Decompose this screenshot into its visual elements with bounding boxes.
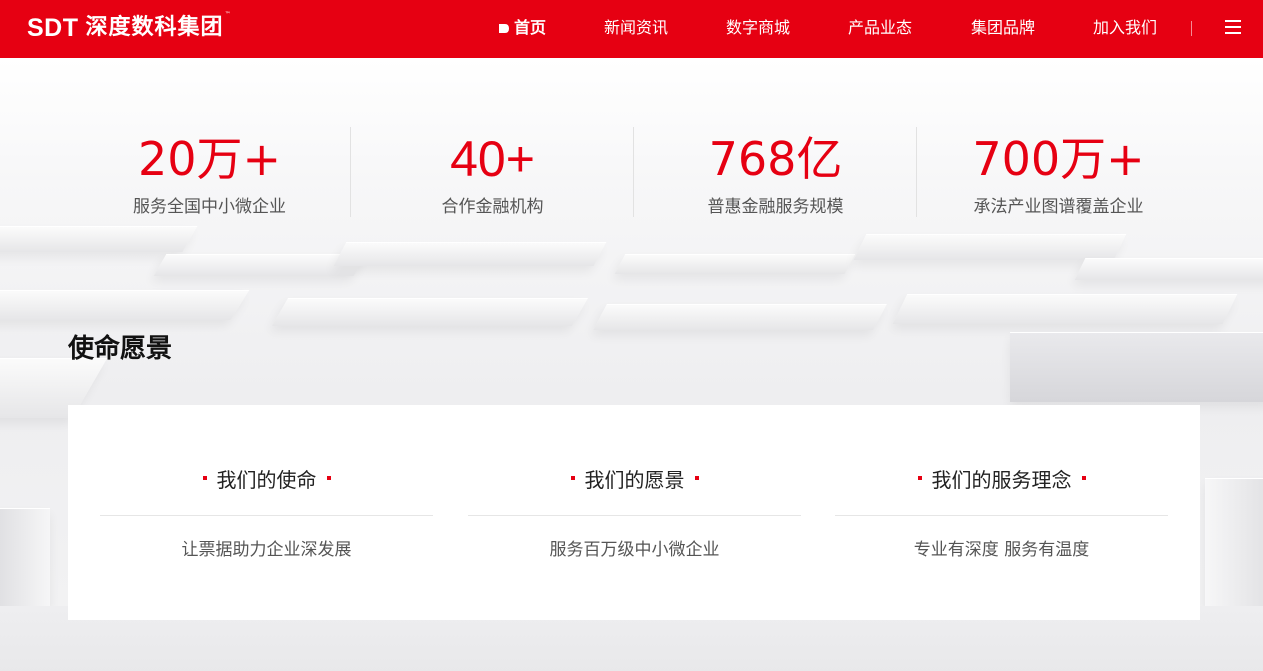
section-title-mission: 使命愿景	[68, 334, 173, 364]
bullet-dot-icon	[326, 476, 331, 480]
mission-heading: 我们的使命	[100, 463, 433, 493]
service-philosophy-heading: 我们的服务理念	[835, 463, 1168, 493]
logo-text-en: SDT	[27, 14, 79, 42]
vision-text: 服务百万级中小微企业	[549, 540, 720, 560]
mission-column: 我们的使命 让票据助力企业深发展	[100, 405, 433, 620]
divider	[835, 515, 1168, 516]
stat-item: 20万+ 服务全国中小微企业	[68, 127, 351, 217]
stat-value: 40+	[450, 131, 535, 187]
play-icon	[499, 23, 509, 33]
bullet-dot-icon	[202, 476, 207, 480]
vision-heading: 我们的愿景	[468, 463, 801, 493]
service-philosophy-heading-text: 我们的服务理念	[931, 467, 1072, 492]
top-navbar: SDT 深度数科集团 ™ 首页 新闻资讯 数字商城 产品业态 集团品牌 加入我们	[0, 0, 1263, 58]
hamburger-menu-icon[interactable]	[1225, 20, 1241, 34]
stat-value: 768亿	[708, 132, 843, 186]
stat-value: 700万+	[972, 132, 1145, 186]
nav-item-label: 首页	[514, 18, 547, 37]
stat-value: 20万+	[137, 132, 282, 186]
nav-item-news[interactable]: 新闻资讯	[604, 17, 668, 39]
bullet-dot-icon	[570, 476, 575, 480]
mission-text: 让票据助力企业深发展	[181, 540, 352, 560]
stat-item: 700万+ 承法产业图谱覆盖企业	[917, 127, 1200, 217]
logo-trademark: ™	[224, 11, 231, 18]
service-philosophy-text: 专业有深度 服务有温度	[913, 540, 1090, 560]
nav-item-home[interactable]: 首页	[499, 17, 546, 39]
service-philosophy-column: 我们的服务理念 专业有深度 服务有温度	[835, 405, 1168, 620]
stat-label: 承法产业图谱覆盖企业	[973, 197, 1144, 217]
nav-item-products[interactable]: 产品业态	[848, 17, 912, 39]
vision-column: 我们的愿景 服务百万级中小微企业	[468, 405, 801, 620]
divider	[468, 515, 801, 516]
mission-card: 我们的使命 让票据助力企业深发展 我们的愿景 服务百万级中小微企业 我们的服务理…	[68, 405, 1200, 620]
stat-label: 合作金融机构	[441, 197, 544, 217]
nav-item-join-us[interactable]: 加入我们	[1093, 17, 1157, 39]
nav-item-digital-mall[interactable]: 数字商城	[726, 17, 790, 39]
stat-item: 768亿 普惠金融服务规模	[634, 127, 917, 217]
bullet-dot-icon	[1081, 476, 1086, 480]
mission-heading-text: 我们的使命	[216, 467, 317, 492]
vision-heading-text: 我们的愿景	[584, 467, 685, 492]
stat-item: 40+ 合作金融机构	[351, 127, 634, 217]
bullet-dot-icon	[917, 476, 922, 480]
logo[interactable]: SDT 深度数科集团 ™	[27, 11, 231, 43]
page: SDT 深度数科集团 ™ 首页 新闻资讯 数字商城 产品业态 集团品牌 加入我们	[0, 0, 1263, 671]
bullet-dot-icon	[694, 476, 699, 480]
stat-label: 普惠金融服务规模	[707, 197, 844, 217]
divider	[100, 515, 433, 516]
stat-label: 服务全国中小微企业	[133, 197, 286, 217]
nav-item-brands[interactable]: 集团品牌	[971, 17, 1035, 39]
nav-divider	[1191, 21, 1192, 36]
logo-text-cn: 深度数科集团	[85, 15, 224, 40]
stats-row: 20万+ 服务全国中小微企业 40+ 合作金融机构 768亿 普惠金融服务规模 …	[68, 127, 1200, 217]
